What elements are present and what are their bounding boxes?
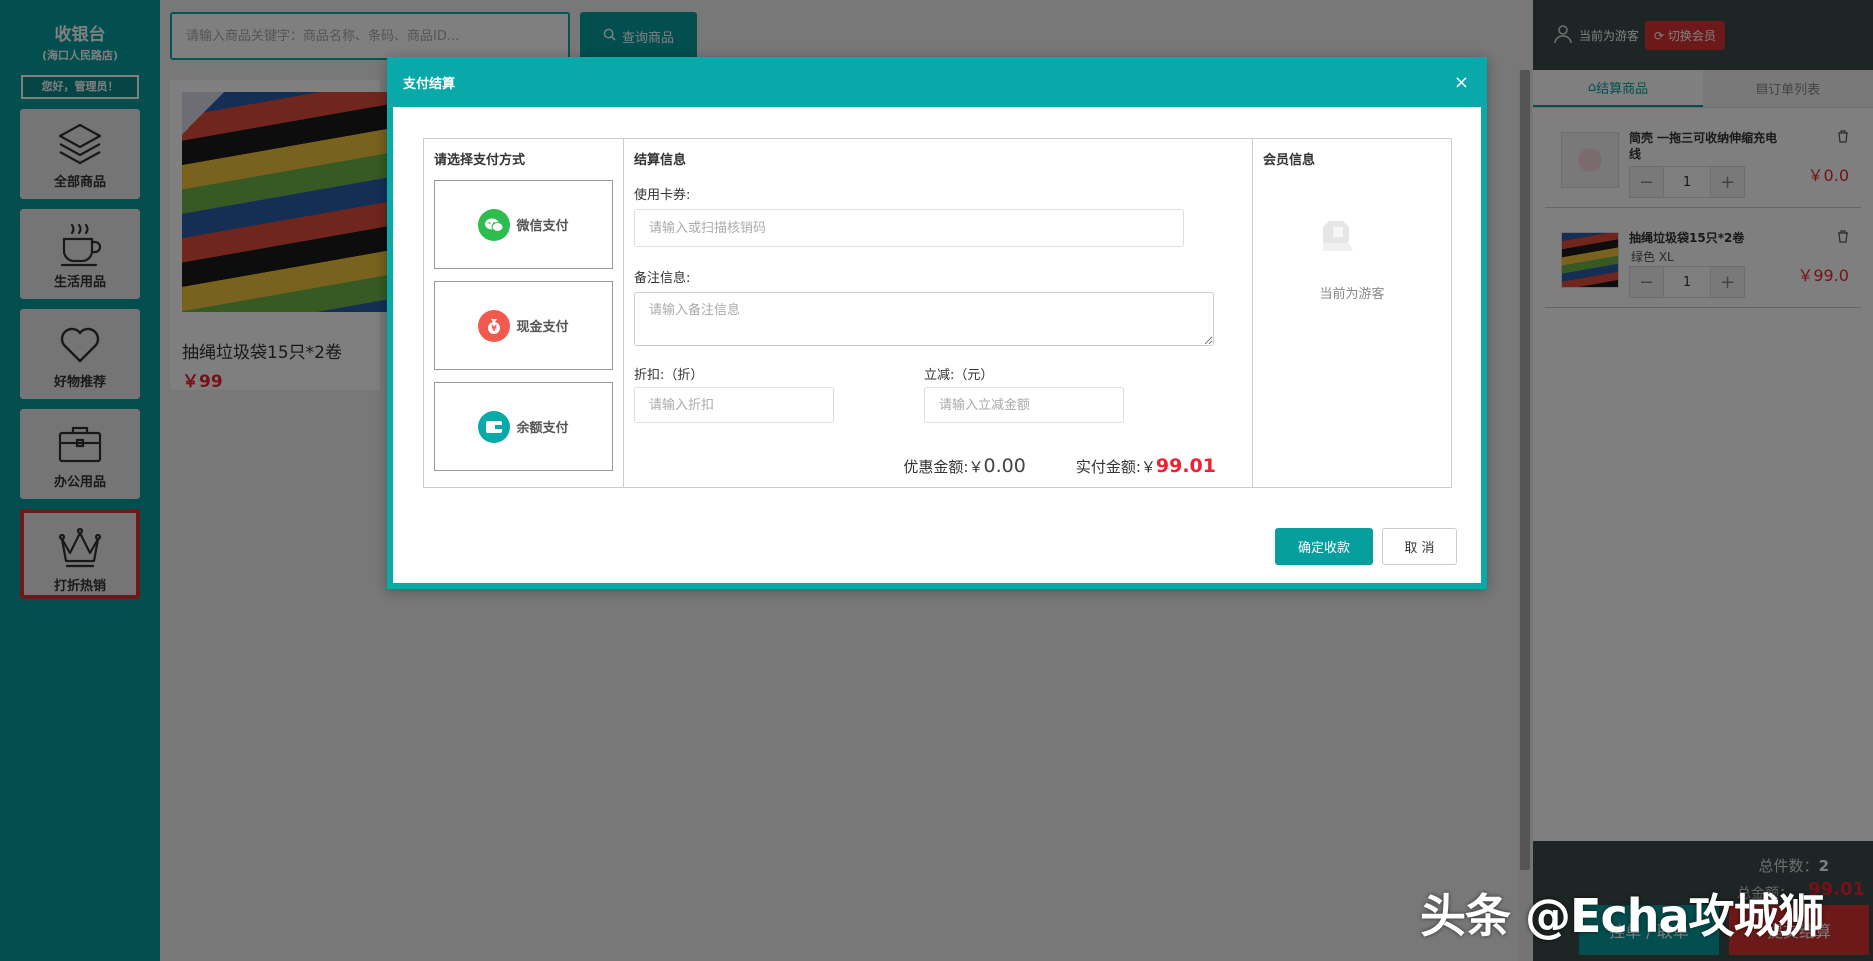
discount-label: 折扣:（折） (634, 368, 704, 383)
reduce-input[interactable] (924, 387, 1124, 423)
member-info-title: 会员信息 (1263, 153, 1316, 168)
dialog-title: 支付结算 (403, 76, 456, 92)
discount-input[interactable] (634, 387, 834, 423)
note-label: 备注信息: (634, 271, 691, 286)
payment-dialog: 支付结算 × 请选择支付方式 微信支付 ¥ 现金支付 余额支付 结算信息 使用卡… (387, 57, 1487, 589)
cancel-button[interactable]: 取 消 (1382, 528, 1457, 565)
wallet-icon (478, 410, 511, 443)
discount-cell: 折扣:（折） (634, 364, 924, 423)
svg-text:¥: ¥ (492, 324, 498, 333)
payment-option-label: 现金支付 (516, 320, 569, 335)
dialog-header: 支付结算 × (387, 57, 1487, 107)
reduce-cell: 立减:（元） (924, 364, 1214, 423)
member-info-column: 会员信息 当前为游客 (1253, 139, 1451, 487)
pay-amount: 实付金额:￥99.01 (1076, 455, 1216, 477)
coupon-label: 使用卡券: (634, 188, 691, 203)
settlement-info-title: 结算信息 (634, 153, 687, 168)
money-bag-icon: ¥ (478, 309, 511, 342)
saved-amount-value: 0.00 (983, 455, 1026, 477)
settlement-info-column: 结算信息 使用卡券: 备注信息: 折扣:（折） 立减:（元） (624, 139, 1253, 487)
member-status: 当前为游客 (1319, 287, 1385, 302)
wechat-icon (478, 208, 511, 241)
reduce-label: 立减:（元） (924, 368, 994, 383)
dialog-body: 请选择支付方式 微信支付 ¥ 现金支付 余额支付 结算信息 使用卡券: 请输入或… (393, 107, 1481, 583)
payment-method-column: 请选择支付方式 微信支付 ¥ 现金支付 余额支付 (424, 139, 624, 487)
pay-amount-label: 实付金额: (1075, 458, 1141, 476)
saved-amount-label: 优惠金额: (903, 458, 969, 476)
watermark: 头条 @Echa攻城狮 (1420, 889, 1824, 943)
payment-option-label: 余额支付 (516, 421, 569, 436)
pay-currency: ￥ (1140, 458, 1156, 476)
balance-pay-option[interactable]: 余额支付 (434, 382, 613, 471)
payment-method-title: 请选择支付方式 (434, 153, 526, 168)
saved-currency: ￥ (968, 458, 984, 476)
payment-option-label: 微信支付 (516, 219, 569, 234)
coupon-input[interactable] (634, 209, 1184, 247)
saved-amount: 优惠金额:￥0.00 (903, 455, 1025, 477)
close-icon[interactable]: × (1454, 72, 1469, 93)
cash-pay-option[interactable]: ¥ 现金支付 (434, 281, 613, 370)
confirm-payment-button[interactable]: 确定收款 (1275, 528, 1373, 565)
note-textarea[interactable] (634, 292, 1214, 346)
pay-amount-value: 99.01 (1155, 455, 1216, 477)
payment-grid: 请选择支付方式 微信支付 ¥ 现金支付 余额支付 结算信息 使用卡券: 请输入或… (423, 138, 1452, 488)
guest-avatar-icon (1323, 221, 1353, 251)
wechat-pay-option[interactable]: 微信支付 (434, 180, 613, 269)
discount-row: 折扣:（折） 立减:（元） (634, 364, 1242, 423)
amount-summary: 优惠金额:￥0.00 实付金额:￥99.01 (903, 455, 1216, 477)
